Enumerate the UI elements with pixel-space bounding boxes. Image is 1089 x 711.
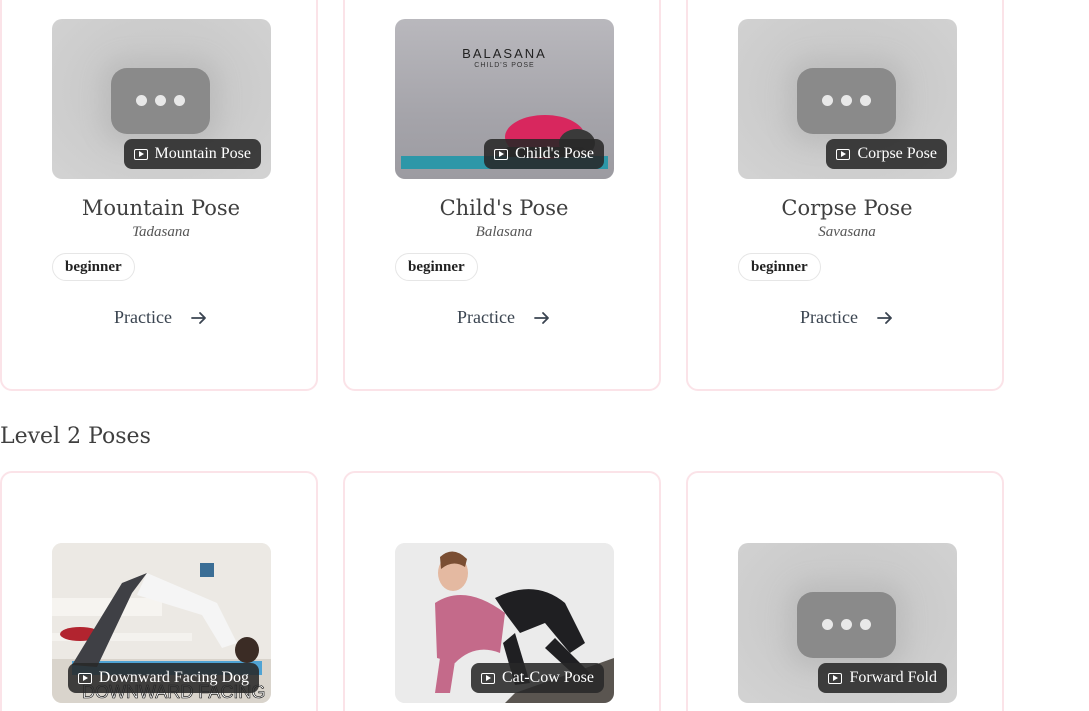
level-badge: beginner [395, 253, 478, 281]
pose-card[interactable]: Corpse Pose Corpse Pose Savasana beginne… [686, 0, 1004, 391]
arrow-right-icon [877, 311, 892, 324]
video-icon [494, 148, 509, 160]
video-thumbnail[interactable]: DOWNWARD FACING DO Downward Facing Dog [52, 543, 271, 703]
practice-button[interactable]: Practice [688, 307, 1006, 328]
arrow-right-icon [534, 311, 549, 324]
video-thumbnail[interactable]: Cat-Cow Pose [395, 543, 614, 703]
video-loading-icon [797, 68, 896, 134]
practice-label: Practice [800, 307, 858, 327]
pose-sanskrit-name: Savasana [818, 224, 876, 240]
video-badge[interactable]: Forward Fold [818, 663, 947, 693]
practice-button[interactable]: Practice [345, 307, 663, 328]
pose-card[interactable]: Cat-Cow Pose [343, 471, 661, 711]
practice-button[interactable]: Practice [2, 307, 320, 328]
video-thumbnail[interactable]: Mountain Pose [52, 19, 271, 179]
video-badge-label: Downward Facing Dog [98, 669, 249, 686]
video-badge-label: Mountain Pose [154, 145, 251, 162]
pose-sanskrit-name: Tadasana [132, 224, 190, 240]
video-badge-label: Cat-Cow Pose [502, 669, 594, 686]
pose-name: Mountain Pose [81, 196, 241, 220]
section-title-level-2: Level 2 Poses [0, 424, 151, 449]
level-badge: beginner [52, 253, 135, 281]
video-icon [828, 672, 843, 684]
video-badge[interactable]: Mountain Pose [123, 139, 261, 169]
video-icon [133, 148, 148, 160]
pose-card[interactable]: Mountain Pose Mountain Pose Tadasana beg… [0, 0, 318, 391]
practice-label: Practice [457, 307, 515, 327]
video-badge-label: Forward Fold [849, 669, 937, 686]
video-icon [836, 148, 851, 160]
level-badge: beginner [738, 253, 821, 281]
poses-page: Mountain Pose Mountain Pose Tadasana beg… [0, 0, 1089, 711]
pose-card[interactable]: DOWNWARD FACING DO Downward Facing Dog [0, 471, 318, 711]
arrow-right-icon [191, 311, 206, 324]
video-icon [77, 672, 92, 684]
video-badge[interactable]: Cat-Cow Pose [471, 663, 604, 693]
video-loading-icon [111, 68, 210, 134]
pose-sanskrit-name: Balasana [475, 224, 533, 240]
pose-card[interactable]: BALASANA CHILD'S POSE Child's Pose Child… [343, 0, 661, 391]
video-loading-icon [797, 592, 896, 658]
video-badge-label: Corpse Pose [857, 145, 937, 162]
video-badge[interactable]: Downward Facing Dog [67, 663, 259, 693]
video-thumbnail[interactable]: BALASANA CHILD'S POSE Child's Pose [395, 19, 614, 179]
pose-card[interactable]: Forward Fold [686, 471, 1004, 711]
practice-label: Practice [114, 307, 172, 327]
video-badge[interactable]: Corpse Pose [826, 139, 947, 169]
video-badge-label: Child's Pose [515, 145, 594, 162]
video-thumbnail[interactable]: Corpse Pose [738, 19, 957, 179]
video-badge[interactable]: Child's Pose [484, 139, 604, 169]
video-icon [481, 672, 495, 684]
video-thumbnail[interactable]: Forward Fold [738, 543, 957, 703]
pose-name: Child's Pose [439, 196, 569, 220]
pose-name: Corpse Pose [781, 196, 913, 220]
